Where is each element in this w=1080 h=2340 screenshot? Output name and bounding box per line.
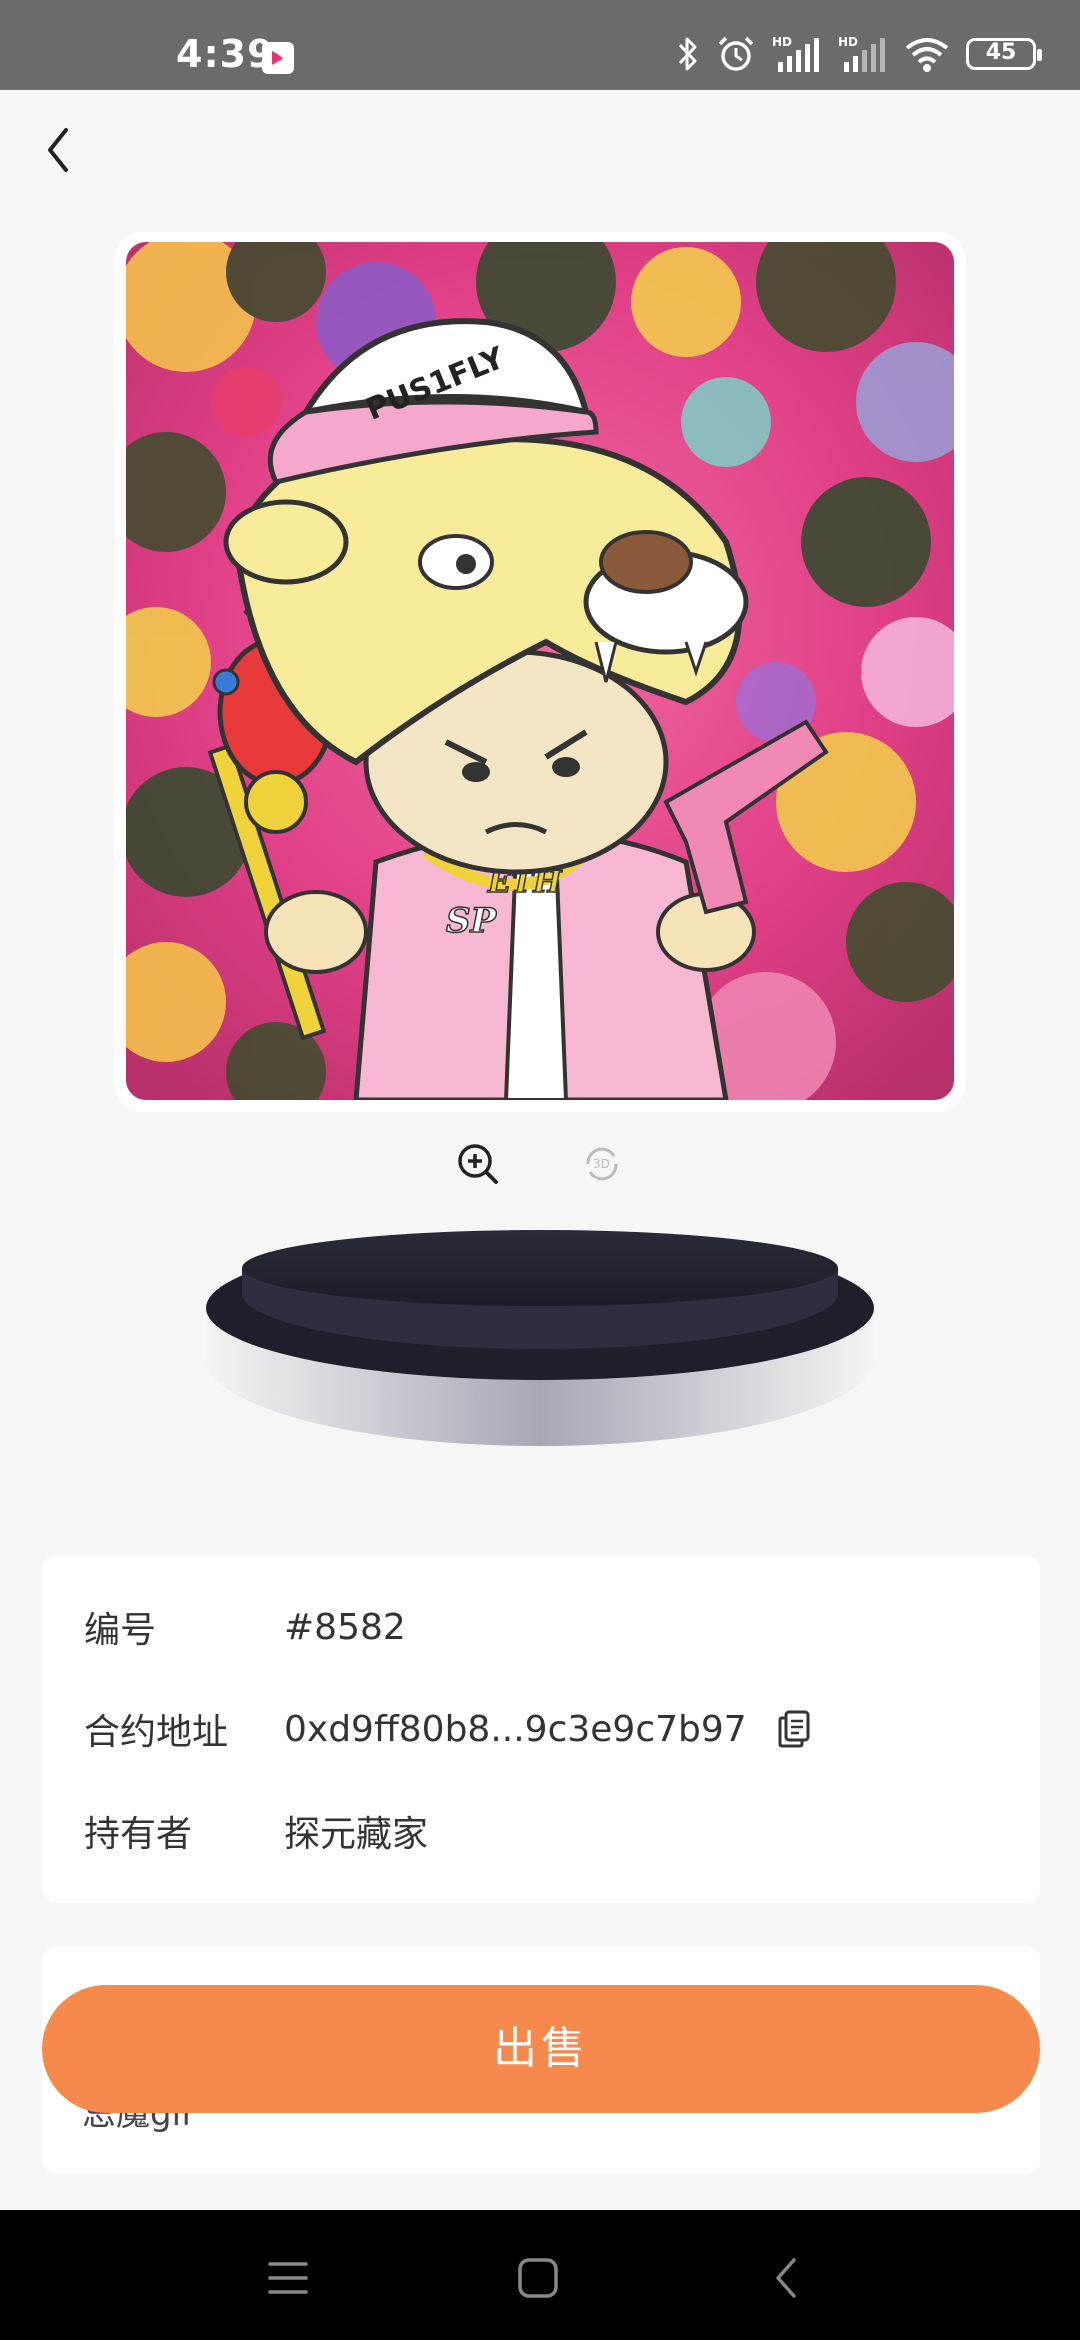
back-button[interactable] — [36, 122, 84, 178]
status-bar: 4:39 HD HD 45 — [0, 0, 1080, 90]
artwork-card: SP ETH PUS1FLY — [114, 232, 966, 1112]
copy-icon[interactable] — [777, 1709, 811, 1749]
viewer-tools: 3D — [0, 1142, 1080, 1190]
app-notification-icon — [262, 42, 294, 74]
signal-hd-icon: HD — [772, 35, 819, 72]
owner-label: 持有者 — [84, 1814, 193, 1855]
battery-icon: 45 — [966, 38, 1042, 70]
status-icons: HD HD 45 — [676, 32, 1042, 76]
display-pedestal — [206, 1228, 874, 1460]
number-value: #8582 — [284, 1606, 406, 1648]
svg-text:HD: HD — [838, 35, 858, 49]
info-row-number: 编号 #8582 — [84, 1597, 406, 1657]
info-row-contract: 合约地址 0xd9ff80b8...9c3e9c7b97 — [84, 1699, 811, 1759]
home-button[interactable] — [508, 2248, 568, 2308]
signal-hd-icon: HD — [838, 35, 885, 72]
info-row-owner: 持有者 探元藏家 — [84, 1801, 428, 1861]
rotate-3d-label: 3D — [593, 1157, 610, 1171]
chevron-left-icon — [48, 128, 68, 172]
menu-button[interactable] — [258, 2248, 318, 2308]
battery-level: 45 — [985, 40, 1017, 65]
rotate-3d-button[interactable]: 3D — [580, 1142, 624, 1186]
contract-address-value: 0xd9ff80b8...9c3e9c7b97 — [284, 1708, 747, 1750]
home-icon — [518, 2258, 558, 2298]
alarm-icon — [718, 36, 754, 71]
menu-icon — [268, 2262, 308, 2294]
screen: 4:39 HD HD 45 SP ETH PUS1FLY 3D 编号 #8582… — [0, 0, 1080, 2340]
back-icon — [776, 2258, 796, 2298]
bluetooth-icon — [678, 37, 697, 71]
status-time: 4:39 — [176, 32, 275, 76]
jacket-logo-text: SP — [446, 901, 498, 941]
zoom-in-icon — [458, 1144, 498, 1184]
artwork-image[interactable]: SP ETH PUS1FLY — [126, 242, 954, 1100]
zoom-button[interactable] — [456, 1142, 500, 1186]
owner-value: 探元藏家 — [284, 1814, 429, 1855]
sell-button[interactable]: 出售 — [42, 1985, 1040, 2113]
wifi-icon — [905, 38, 949, 72]
rotate-3d-icon: 3D — [586, 1147, 618, 1181]
contract-address-label: 合约地址 — [84, 1712, 229, 1753]
number-label: 编号 — [84, 1610, 157, 1651]
system-back-button[interactable] — [758, 2248, 818, 2308]
navigation-bar — [0, 2210, 1080, 2340]
nft-info-card: 编号 #8582 合约地址 0xd9ff80b8...9c3e9c7b97 持有… — [42, 1555, 1040, 1903]
svg-text:HD: HD — [772, 35, 792, 49]
